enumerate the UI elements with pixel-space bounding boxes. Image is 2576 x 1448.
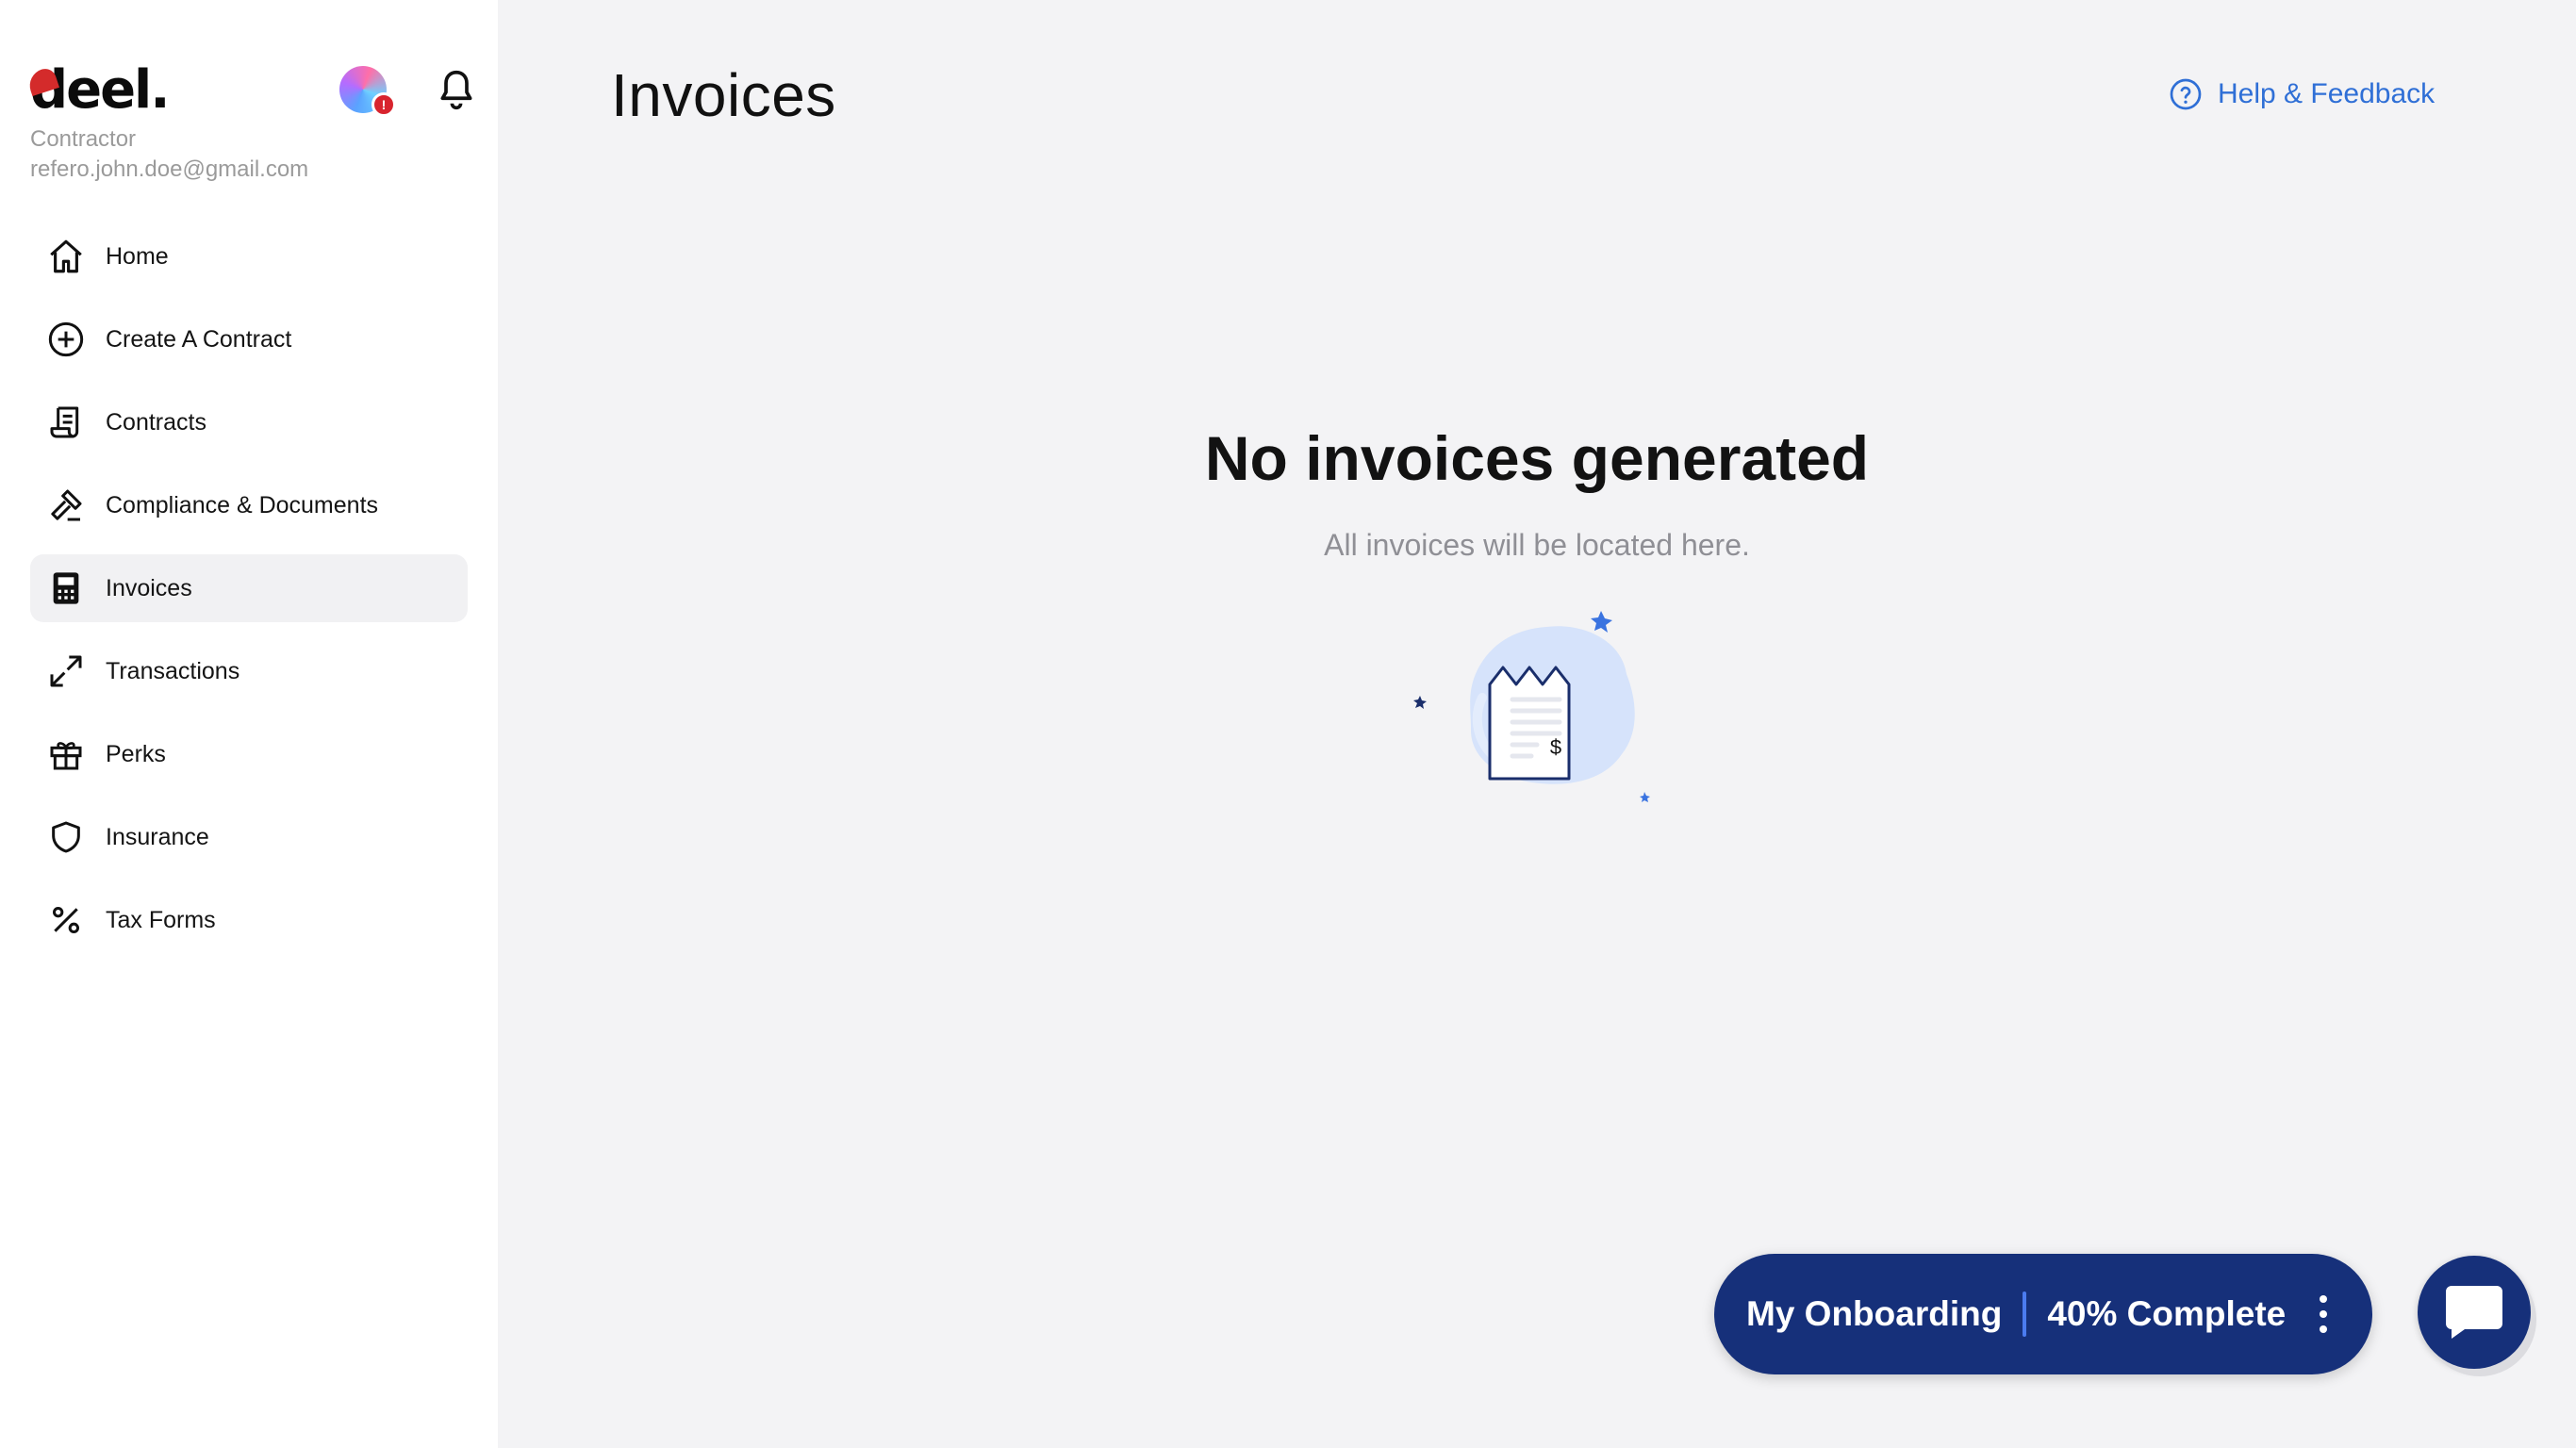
empty-state-subtitle: All invoices will be located here.	[1324, 528, 1750, 562]
receipt-currency-symbol: $	[1550, 735, 1561, 759]
user-email: refero.john.doe@gmail.com	[30, 156, 309, 182]
plus-circle-icon	[45, 319, 87, 360]
question-circle-icon	[2170, 78, 2202, 110]
sidebar-item-invoices[interactable]: Invoices	[30, 554, 468, 622]
sidebar-item-tax-forms[interactable]: Tax Forms	[30, 886, 468, 954]
sidebar-item-label: Transactions	[106, 657, 240, 684]
bell-icon[interactable]	[436, 68, 477, 113]
sidebar-item-label: Perks	[106, 740, 166, 767]
page-title: Invoices	[611, 61, 836, 129]
onboarding-progress-text: 40% Complete	[2047, 1294, 2287, 1333]
sidebar-item-label: Tax Forms	[106, 906, 216, 933]
empty-state-title: No invoices generated	[1204, 423, 1870, 493]
sidebar-item-transactions[interactable]: Transactions	[30, 637, 468, 705]
home-icon	[45, 236, 87, 277]
sidebar-nav: Home Create A Contract Contracts Complia…	[30, 222, 468, 969]
brand-row: deel. !	[25, 62, 472, 119]
onboarding-label: My Onboarding	[1746, 1294, 2003, 1333]
sidebar-item-contracts[interactable]: Contracts	[30, 388, 468, 456]
sidebar-item-label: Compliance & Documents	[106, 491, 379, 518]
sidebar-item-perks[interactable]: Perks	[30, 720, 468, 788]
sidebar-item-label: Home	[106, 242, 169, 270]
sidebar-item-label: Create A Contract	[106, 325, 292, 353]
sidebar-item-create-contract[interactable]: Create A Contract	[30, 305, 468, 373]
sidebar-item-home[interactable]: Home	[30, 222, 468, 290]
sidebar: deel. ! Contractor refero.john.doe@gmail…	[0, 0, 498, 1448]
calculator-icon	[45, 568, 87, 609]
onboarding-progress-button[interactable]: My Onboarding 40% Complete	[1714, 1254, 2372, 1374]
onboarding-divider	[2023, 1292, 2027, 1337]
sidebar-item-insurance[interactable]: Insurance	[30, 803, 468, 871]
help-feedback-label: Help & Feedback	[2218, 78, 2436, 109]
chat-bubble-icon	[2446, 1286, 2502, 1339]
deel-logo[interactable]: deel.	[25, 62, 171, 119]
more-vertical-icon[interactable]	[2314, 1295, 2333, 1333]
sidebar-item-compliance[interactable]: Compliance & Documents	[30, 471, 468, 539]
scroll-icon	[45, 402, 87, 443]
app-root: deel. ! Contractor refero.john.doe@gmail…	[0, 0, 2576, 1448]
gavel-icon	[45, 485, 87, 526]
help-feedback-link[interactable]: Help & Feedback	[2169, 75, 2435, 113]
receipt-icon: $	[1488, 666, 1571, 781]
percent-icon	[45, 899, 87, 941]
chat-support-button[interactable]	[2418, 1256, 2531, 1369]
sidebar-item-label: Insurance	[106, 823, 209, 850]
gift-icon	[45, 733, 87, 775]
arrows-diagonal-icon	[45, 650, 87, 692]
sidebar-item-label: Contracts	[106, 408, 206, 436]
user-role: Contractor	[30, 126, 137, 152]
sidebar-item-label: Invoices	[106, 574, 192, 601]
avatar-alert-badge: !	[372, 92, 396, 117]
shield-icon	[45, 816, 87, 858]
receipt-illustration: $	[1413, 611, 1650, 802]
